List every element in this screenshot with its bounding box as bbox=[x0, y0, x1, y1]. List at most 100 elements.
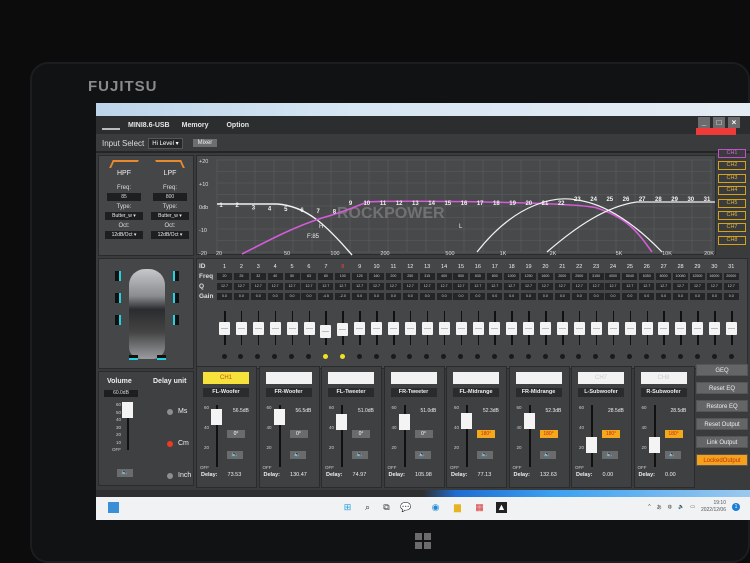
band-gain-input[interactable]: 0.0 bbox=[571, 293, 587, 300]
store-icon[interactable]: ▦ bbox=[474, 502, 485, 513]
reset-output-button[interactable]: Reset Output bbox=[696, 418, 748, 430]
band-gain-fader[interactable] bbox=[707, 311, 722, 361]
band-q-input[interactable]: 12.7 bbox=[267, 283, 283, 290]
band-freq-input[interactable]: 50 bbox=[284, 273, 300, 280]
band-marker[interactable]: 27 bbox=[639, 197, 646, 203]
speaker-icon[interactable] bbox=[115, 271, 121, 281]
channel-button-ch4[interactable]: CH4 bbox=[718, 186, 746, 196]
output-delay[interactable]: Delay: 0.00 bbox=[639, 472, 676, 478]
band-gain-input[interactable]: 0.0 bbox=[521, 293, 537, 300]
channel-button-ch6[interactable]: CH6 bbox=[718, 210, 746, 220]
band-gain-fader[interactable] bbox=[690, 311, 705, 361]
band-freq-input[interactable]: 3150 bbox=[588, 273, 604, 280]
band-q-input[interactable]: 12.7 bbox=[673, 283, 689, 290]
band-id[interactable]: 25 bbox=[622, 264, 637, 270]
band-marker[interactable]: 24 bbox=[590, 197, 597, 203]
band-freq-input[interactable]: 100 bbox=[335, 273, 351, 280]
output-mute-button[interactable]: 🔈 bbox=[289, 451, 306, 459]
band-gain-fader[interactable] bbox=[656, 311, 671, 361]
band-gain-input[interactable]: 0.0 bbox=[622, 293, 638, 300]
band-gain-fader[interactable] bbox=[555, 311, 570, 361]
fader-knob[interactable] bbox=[675, 322, 687, 335]
output-phase-button[interactable]: 180° bbox=[539, 430, 558, 438]
chat-icon[interactable]: 💬 bbox=[400, 502, 411, 513]
fader-knob[interactable] bbox=[523, 322, 535, 335]
band-gain-fader[interactable] bbox=[606, 311, 621, 361]
band-q-input[interactable]: 12.7 bbox=[402, 283, 418, 290]
band-gain-fader[interactable] bbox=[538, 311, 553, 361]
band-freq-input[interactable]: 80 bbox=[318, 273, 334, 280]
band-q-input[interactable]: 12.7 bbox=[470, 283, 486, 290]
delay-unit-inch[interactable]: Inch bbox=[167, 472, 191, 479]
fader-knob[interactable] bbox=[286, 322, 298, 335]
band-id[interactable]: 5 bbox=[285, 264, 300, 270]
speaker-icon[interactable] bbox=[115, 293, 121, 303]
band-q-input[interactable]: 12.7 bbox=[301, 283, 317, 290]
input-select-dropdown[interactable]: Hi Level ▾ bbox=[148, 137, 183, 149]
output-mute-button[interactable]: 🔈 bbox=[664, 451, 681, 459]
band-gain-fader[interactable] bbox=[673, 311, 688, 361]
band-id[interactable]: 4 bbox=[268, 264, 283, 270]
band-gain-input[interactable]: 0.0 bbox=[402, 293, 418, 300]
hpf-type-select[interactable]: Butter_w ▾ bbox=[105, 212, 143, 220]
band-gain-input[interactable]: 0.0 bbox=[605, 293, 621, 300]
fader-knob[interactable] bbox=[421, 322, 433, 335]
fader-knob[interactable] bbox=[354, 322, 366, 335]
band-marker[interactable]: 19 bbox=[509, 201, 516, 207]
band-id[interactable]: 23 bbox=[589, 264, 604, 270]
band-gain-input[interactable]: 0.0 bbox=[487, 293, 503, 300]
channel-button-ch2[interactable]: CH2 bbox=[718, 161, 746, 171]
output-channel-select-button[interactable] bbox=[265, 372, 312, 384]
locked-output-button[interactable]: LockedOutput bbox=[696, 454, 748, 466]
fader-knob[interactable] bbox=[557, 322, 568, 335]
band-freq-input[interactable]: 5040 bbox=[622, 273, 638, 280]
band-freq-input[interactable]: 315 bbox=[419, 273, 435, 280]
band-marker[interactable]: 13 bbox=[412, 201, 419, 207]
band-id[interactable]: 18 bbox=[504, 264, 519, 270]
band-freq-input[interactable]: 16000 bbox=[706, 273, 722, 280]
band-freq-input[interactable]: 12500 bbox=[689, 273, 705, 280]
band-marker[interactable]: 21 bbox=[542, 201, 549, 207]
output-channel-select-button[interactable]: CH7 bbox=[578, 372, 624, 384]
band-freq-input[interactable]: 800 bbox=[487, 273, 503, 280]
output-delay[interactable]: Delay: 0.00 bbox=[576, 472, 613, 478]
band-freq-input[interactable]: 1250 bbox=[521, 273, 537, 280]
band-q-input[interactable]: 12.7 bbox=[639, 283, 655, 290]
speaker-icon[interactable] bbox=[173, 271, 179, 281]
band-q-input[interactable]: 12.7 bbox=[250, 283, 266, 290]
output-level-slider[interactable] bbox=[398, 414, 410, 430]
band-gain-input[interactable]: 0.0 bbox=[301, 293, 317, 300]
output-level-slider[interactable] bbox=[336, 414, 347, 430]
band-q-input[interactable]: 12.7 bbox=[537, 283, 553, 290]
band-marker[interactable]: 17 bbox=[477, 201, 484, 207]
band-gain-input[interactable]: 0.0 bbox=[537, 293, 553, 300]
output-level-slider[interactable] bbox=[273, 408, 285, 425]
lpf-type-select[interactable]: Butter_w ▾ bbox=[151, 212, 189, 220]
band-gain-fader[interactable] bbox=[234, 311, 249, 361]
output-phase-button[interactable]: 180° bbox=[477, 430, 495, 438]
volume-slider[interactable] bbox=[122, 402, 133, 418]
fader-knob[interactable] bbox=[438, 322, 450, 335]
fader-knob[interactable] bbox=[573, 322, 585, 335]
band-gain-fader[interactable] bbox=[285, 311, 300, 361]
band-freq-input[interactable]: 8000 bbox=[656, 273, 672, 280]
band-freq-input[interactable]: 1000 bbox=[504, 273, 520, 280]
output-level-slider[interactable] bbox=[586, 436, 597, 453]
band-freq-input[interactable]: 500 bbox=[453, 273, 469, 280]
band-marker[interactable]: 16 bbox=[461, 201, 468, 207]
band-gain-fader[interactable] bbox=[454, 311, 469, 361]
band-id[interactable]: 11 bbox=[386, 264, 401, 270]
fader-knob[interactable] bbox=[709, 322, 721, 335]
fader-knob[interactable] bbox=[472, 322, 484, 335]
band-id[interactable]: 12 bbox=[403, 264, 418, 270]
band-id[interactable]: 21 bbox=[555, 264, 570, 270]
band-id[interactable]: 6 bbox=[301, 264, 316, 270]
band-q-input[interactable]: 12.7 bbox=[571, 283, 587, 290]
band-freq-input[interactable]: 32 bbox=[250, 273, 266, 280]
band-q-input[interactable]: 12.7 bbox=[554, 283, 570, 290]
band-freq-input[interactable]: 2500 bbox=[571, 273, 587, 280]
speaker-icon[interactable] bbox=[173, 293, 179, 303]
band-id[interactable]: 27 bbox=[656, 264, 671, 270]
band-marker[interactable]: 15 bbox=[444, 201, 451, 207]
band-gain-fader[interactable] bbox=[386, 311, 401, 361]
